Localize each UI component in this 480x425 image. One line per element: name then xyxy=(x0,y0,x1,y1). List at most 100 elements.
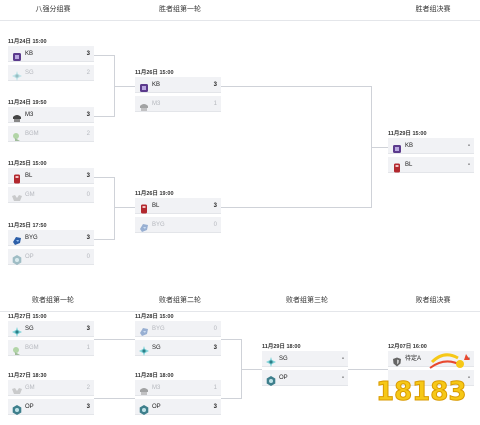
match-date: 11月27日 15:00 xyxy=(8,314,47,320)
team-name: M3 xyxy=(152,101,161,107)
team-score: 1 xyxy=(213,385,217,391)
bgm-logo-icon xyxy=(12,343,22,355)
team-row[interactable]: BL 3 xyxy=(8,168,94,184)
bracket-connector xyxy=(94,55,114,56)
bl-logo-icon xyxy=(392,160,402,173)
bracket-connector xyxy=(221,398,241,399)
team-score: 3 xyxy=(86,404,90,410)
team-name: GM xyxy=(25,385,35,391)
match-date: 11月26日 15:00 xyxy=(135,70,174,76)
team-score: 3 xyxy=(213,345,217,351)
header-divider xyxy=(0,20,480,21)
team-row[interactable]: SG 2 xyxy=(8,65,94,81)
team-row[interactable]: M3 3 xyxy=(8,107,94,123)
team-row[interactable]: BYG 0 xyxy=(135,321,221,337)
op-logo-icon xyxy=(139,402,149,415)
team-row[interactable]: OP 3 xyxy=(135,399,221,415)
team-score: 3 xyxy=(86,173,90,179)
team-row[interactable]: BL 3 xyxy=(135,198,221,214)
bracket-connector xyxy=(221,339,241,340)
team-row[interactable]: SG - xyxy=(262,351,348,367)
op-logo-icon xyxy=(266,373,276,386)
team-name: BL xyxy=(152,203,160,209)
op-logo-icon xyxy=(12,402,22,415)
gm-logo-icon xyxy=(12,383,22,394)
team-name: KB xyxy=(152,82,161,88)
match-date: 11月28日 18:00 xyxy=(135,373,174,379)
team-row[interactable]: KB - xyxy=(388,138,474,154)
sg-logo-icon xyxy=(266,354,276,367)
team-row[interactable]: BGM 1 xyxy=(8,340,94,356)
team-score: - xyxy=(342,356,344,362)
team-row[interactable]: SG 3 xyxy=(8,321,94,337)
match-date: 11月29日 15:00 xyxy=(388,131,427,137)
team-name: SG xyxy=(279,356,288,362)
team-row[interactable]: GM 0 xyxy=(8,187,94,203)
team-row[interactable]: SG 3 xyxy=(135,340,221,356)
team-score: 0 xyxy=(213,222,217,228)
match-date: 11月25日 17:50 xyxy=(8,223,47,229)
gm-logo-icon xyxy=(12,190,22,201)
header-losers-round-1: 败者组第一轮 xyxy=(8,291,98,311)
team-row[interactable]: BYG 3 xyxy=(8,230,94,246)
watermark-logo-graphic: 18183 xyxy=(376,353,470,408)
sg-logo-icon xyxy=(12,68,22,81)
team-score: - xyxy=(468,143,470,149)
bracket-connector xyxy=(371,147,388,148)
byg-logo-icon xyxy=(139,324,149,336)
watermark-text: 18183 xyxy=(376,377,466,407)
team-score: 3 xyxy=(86,51,90,57)
bl-logo-icon xyxy=(12,171,22,184)
bracket-connector xyxy=(221,86,371,87)
header-winners-round-1: 胜者组第一轮 xyxy=(135,0,225,20)
team-score: 3 xyxy=(213,404,217,410)
team-name: OP xyxy=(25,404,34,410)
team-name: GM xyxy=(25,192,35,198)
header-losers-round-3: 败者组第三轮 xyxy=(262,291,352,311)
team-name: BGM xyxy=(25,131,39,137)
team-score: 3 xyxy=(86,326,90,332)
team-score: 0 xyxy=(86,254,90,260)
team-score: 3 xyxy=(86,235,90,241)
header-losers-final: 败者组决赛 xyxy=(388,291,478,311)
sg-logo-icon xyxy=(12,324,22,337)
team-score: 0 xyxy=(213,326,217,332)
m3-logo-icon xyxy=(12,110,22,122)
team-name: OP xyxy=(279,375,288,381)
team-name: BYG xyxy=(152,326,165,332)
losers-header-divider xyxy=(0,311,480,312)
team-score: - xyxy=(468,162,470,168)
team-name: M3 xyxy=(152,385,161,391)
team-score: 1 xyxy=(86,345,90,351)
team-row[interactable]: M3 1 xyxy=(135,380,221,396)
team-score: 3 xyxy=(213,82,217,88)
team-row[interactable]: BYG 0 xyxy=(135,217,221,233)
byg-logo-icon xyxy=(139,220,149,232)
team-name: BL xyxy=(405,162,413,168)
match-date: 11月26日 19:00 xyxy=(135,191,174,197)
team-row[interactable]: OP 0 xyxy=(8,249,94,265)
team-row[interactable]: GM 2 xyxy=(8,380,94,396)
team-name: SG xyxy=(25,326,34,332)
header-winners-final: 胜者组决赛 xyxy=(388,0,478,20)
header-losers-round-2: 败者组第二轮 xyxy=(135,291,225,311)
bracket-connector xyxy=(94,239,114,240)
team-row[interactable]: KB 3 xyxy=(8,46,94,62)
team-name: OP xyxy=(152,404,161,410)
bracket-connector xyxy=(114,207,135,208)
team-row[interactable]: M3 1 xyxy=(135,96,221,112)
kb-logo-icon xyxy=(392,141,402,153)
team-row[interactable]: OP - xyxy=(262,370,348,386)
kb-logo-icon xyxy=(139,80,149,92)
team-name: KB xyxy=(25,51,34,57)
team-row[interactable]: BL - xyxy=(388,157,474,173)
team-name: OP xyxy=(25,254,34,260)
kb-logo-icon xyxy=(12,49,22,61)
team-row[interactable]: KB 3 xyxy=(135,77,221,93)
team-score: 1 xyxy=(213,101,217,107)
team-row[interactable]: BGM 2 xyxy=(8,126,94,142)
team-name: KB xyxy=(405,143,414,149)
team-row[interactable]: OP 3 xyxy=(8,399,94,415)
team-name: BYG xyxy=(25,235,38,241)
team-score: 2 xyxy=(86,131,90,137)
